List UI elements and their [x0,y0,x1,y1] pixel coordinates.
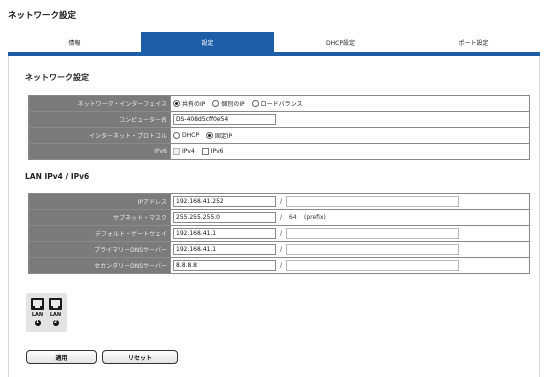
secondary-dns-input[interactable]: 8.8.8.8 [173,260,276,271]
tab-port-settings[interactable]: ポート設定 [407,32,540,52]
subnet-mask-label: サブネット・マスク [28,209,171,226]
reset-button[interactable]: リセット [102,350,178,364]
ipv6-checkbox-label: IPv6 [210,148,224,155]
radio-icon [173,100,180,107]
ipv6-address-input[interactable] [286,196,459,207]
lan2-label: LAN [49,312,62,318]
settings-panel: ネットワーク設定 ネットワーク・インターフェイス 共有のIP 個別のIP ロード… [8,56,540,377]
lan1-label: LAN [31,312,44,318]
port-number-2-icon: 2 [52,320,59,326]
computer-name-row: コンピューター名 DS-408d5cff0e54 [28,111,530,128]
ipv6-gateway-input[interactable] [286,228,459,239]
lan-ports-panel: LAN LAN 1 2 [26,293,67,332]
checkbox-icon [173,148,180,155]
protocol-dhcp-option[interactable]: DHCP [173,132,199,139]
secondary-dns-row: セカンダリーDNSサーバー 8.8.8.8/ [28,257,530,274]
radio-icon [251,100,259,107]
ipv6-secondary-dns-input[interactable] [286,260,459,271]
separator-slash: / [279,246,283,253]
protocol-dhcp-label: DHCP [182,132,199,139]
tab-info[interactable]: 情報 [8,32,141,52]
interface-label: ネットワーク・インターフェイス [28,95,171,112]
protocol-static-ip-option[interactable]: 固定IP [205,131,233,140]
ipv6-checkbox[interactable]: IPv6 [201,148,224,155]
interface-options: 共有のIP 個別のIP ロードバランス [170,95,530,112]
tab-dhcp-settings[interactable]: DHCP設定 [274,32,407,52]
protocol-label: インターネット・プロトコル [28,127,171,144]
computer-name-input[interactable]: DS-408d5cff0e54 [173,114,276,125]
network-settings-table: ネットワーク・インターフェイス 共有のIP 個別のIP ロードバランス コンピュ… [28,95,530,160]
default-gateway-label: デフォルト・ゲートウェイ [28,225,171,242]
subnet-mask-input[interactable]: 255.255.255.0 [173,212,276,223]
tab-bar: 情報 設定 DHCP設定 ポート設定 [8,32,540,52]
port-number-1-icon: 1 [34,320,41,326]
network-section-title: ネットワーク設定 [25,73,89,82]
secondary-dns-label: セカンダリーDNSサーバー [28,257,171,274]
interface-shared-ip-option[interactable]: 共有のIP [173,99,205,108]
ipv4-checkbox-label: IPv4 [182,148,195,155]
primary-dns-input[interactable]: 192.168.41.1 [173,244,276,255]
tab-settings[interactable]: 設定 [141,32,274,52]
protocol-static-ip-label: 固定IP [214,133,233,140]
apply-button[interactable]: 適用 [26,350,97,364]
lan-settings-table: IPアドレス 192.168.41.252/ サブネット・マスク 255.255… [28,193,530,274]
lan-section-title: LAN IPv4 / IPv6 [25,172,90,181]
prefix-length-input[interactable]: 64 [286,214,304,221]
checkbox-icon [201,148,209,155]
radio-icon [173,132,180,139]
separator-slash: / [279,230,283,237]
ipv4-checkbox[interactable]: IPv4 [173,148,195,155]
default-gateway-input[interactable]: 192.168.41.1 [173,228,276,239]
ethernet-port-icon[interactable] [31,298,44,310]
computer-name-label: コンピューター名 [28,111,171,128]
ethernet-port-icon[interactable] [49,298,62,310]
default-gateway-row: デフォルト・ゲートウェイ 192.168.41.1/ [28,225,530,242]
ip-address-input[interactable]: 192.168.41.252 [173,196,276,207]
ip-address-label: IPアドレス [28,193,171,210]
separator-slash: / [279,214,283,221]
ipv6-label: IPv6 [28,143,171,160]
ipv6-row: IPv6 IPv4 IPv6 [28,143,530,160]
interface-row: ネットワーク・インターフェイス 共有のIP 個別のIP ロードバランス [28,95,530,112]
prefix-unit-label: (prefix) [304,214,326,221]
interface-separate-ip-option[interactable]: 個別のIP [212,99,245,108]
radio-icon [205,132,213,139]
protocol-row: インターネット・プロトコル DHCP 固定IP [28,127,530,144]
separator-slash: / [279,198,283,205]
ipv6-primary-dns-input[interactable] [286,244,459,255]
subnet-mask-row: サブネット・マスク 255.255.255.0/64 (prefix) [28,209,530,226]
interface-load-balance-label: ロードバランス [260,101,303,108]
interface-separate-ip-label: 個別のIP [221,101,245,108]
separator-slash: / [279,262,283,269]
page-title: ネットワーク設定 [8,11,77,21]
ip-address-row: IPアドレス 192.168.41.252/ [28,193,530,210]
interface-shared-ip-label: 共有のIP [182,101,206,108]
interface-load-balance-option[interactable]: ロードバランス [251,99,303,108]
primary-dns-label: プライマリーDNSサーバー [28,241,171,258]
radio-icon [212,100,220,107]
primary-dns-row: プライマリーDNSサーバー 192.168.41.1/ [28,241,530,258]
